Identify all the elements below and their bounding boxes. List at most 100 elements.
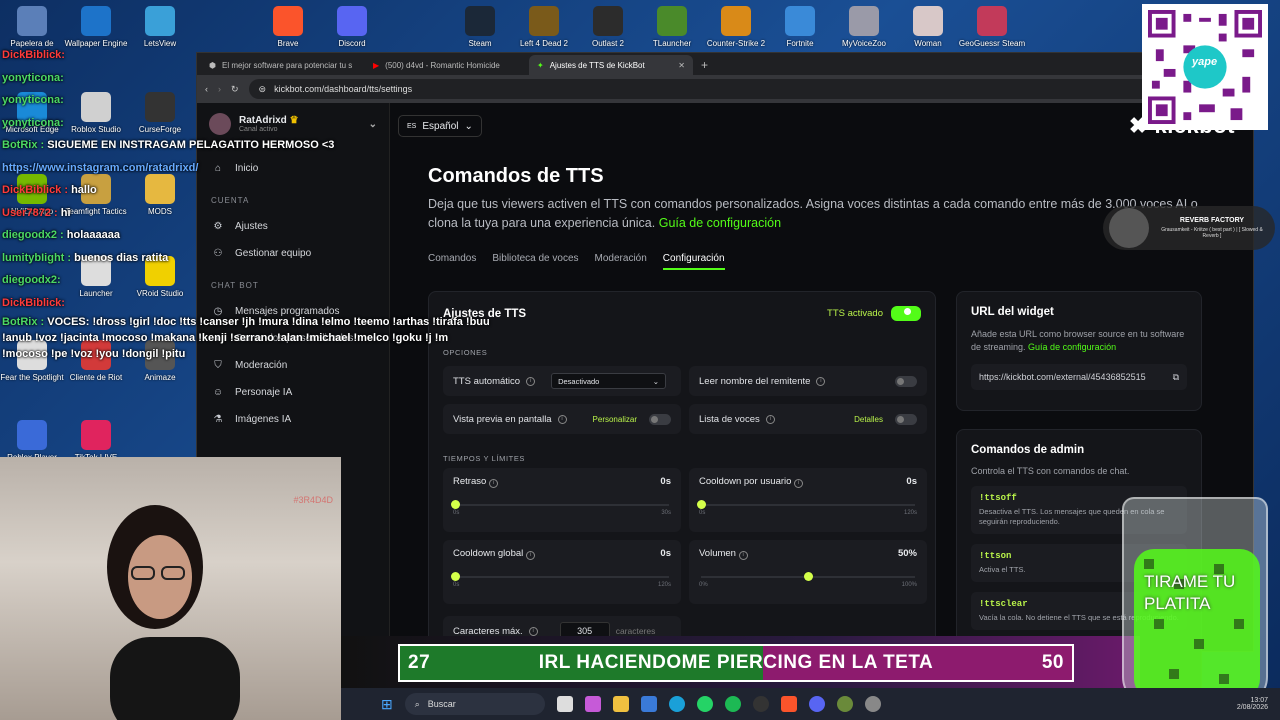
chat-username: yonyticona: xyxy=(2,94,64,106)
voice-list-label: Lista de voces xyxy=(699,413,760,425)
desktop-icon-27[interactable]: TikTok LIVE xyxy=(61,420,131,462)
read-sender-toggle[interactable] xyxy=(895,375,917,387)
chat-message: BotRix : SIGUEME EN INSTRAGAM PELAGATITO… xyxy=(2,134,382,157)
steam-icon xyxy=(465,6,495,36)
store-icon[interactable] xyxy=(640,696,657,712)
windows-start-icon[interactable]: ⊞ xyxy=(381,696,393,713)
tab-configuracion[interactable]: Configuración xyxy=(662,253,725,270)
guide-link[interactable]: Guía de configuración xyxy=(659,216,781,230)
slider-knob[interactable] xyxy=(451,499,460,509)
geoguessr-icon xyxy=(977,6,1007,36)
taskbar-search[interactable]: ⌕ Buscar xyxy=(404,693,545,715)
tab-biblioteca[interactable]: Biblioteca de voces xyxy=(492,253,578,270)
taskview-icon[interactable] xyxy=(556,696,573,712)
tts-enabled-label: TTS activado xyxy=(827,308,883,319)
desktop-icon-5[interactable]: Discord xyxy=(317,6,387,48)
desktop-icon-9[interactable]: TLauncher xyxy=(637,6,707,48)
info-icon: i xyxy=(557,414,567,424)
edge-icon[interactable] xyxy=(668,696,685,712)
browser-tab-3[interactable]: ✦ Ajustes de TTS de KickBot ✕ xyxy=(529,55,693,75)
copy-icon[interactable]: ⧉ xyxy=(1173,372,1179,383)
slider-volumen: Volumen i 50% 0% 100% xyxy=(689,540,927,604)
widget-url-field[interactable]: https://kickbot.com/external/45436852515… xyxy=(971,364,1187,390)
new-tab-button[interactable]: + xyxy=(693,58,716,75)
customize-link[interactable]: Personalizar xyxy=(593,415,637,424)
slider-track[interactable] xyxy=(451,571,669,581)
goal-target: 50 xyxy=(1041,652,1064,673)
desktop-icon-4[interactable]: Brave xyxy=(253,6,323,48)
voice-list-toggle[interactable] xyxy=(895,413,917,425)
settings-tabs: Comandos Biblioteca de voces Moderación … xyxy=(428,253,725,270)
chat-username: DickBiblick: xyxy=(2,296,65,309)
chat-username: BotRix : xyxy=(2,139,48,151)
slider-track[interactable] xyxy=(697,499,915,509)
brave-icon[interactable] xyxy=(780,696,797,712)
desktop-icon-12[interactable]: MyVoiceZoo xyxy=(829,6,899,48)
slider-knob[interactable] xyxy=(697,499,706,509)
slider-max: 100% xyxy=(901,581,917,588)
discord-icon[interactable] xyxy=(808,696,825,712)
desktop-icon-3[interactable]: LetsView xyxy=(125,6,195,48)
whatsapp-icon[interactable] xyxy=(696,696,713,712)
preview-label: Vista previa en pantalla xyxy=(453,413,552,425)
desktop-icon-2[interactable]: Wallpaper Engine xyxy=(61,6,131,48)
chat-link[interactable]: https://www.instagram.com/ratadrixd/ xyxy=(2,162,198,174)
file-explorer-icon[interactable] xyxy=(612,696,629,712)
card-title: URL del widget xyxy=(971,306,1054,318)
app-icon[interactable] xyxy=(836,696,853,712)
slider-knob[interactable] xyxy=(804,571,813,581)
desktop-icon-14[interactable]: GeoGuessr Steam xyxy=(957,6,1027,48)
wallpaper-engine-icon xyxy=(81,6,111,36)
desktop-icon-label: Fear the Spotlight xyxy=(0,373,64,382)
chat-message: DickBiblick : hallo xyxy=(2,179,382,202)
search-icon: ⌕ xyxy=(414,698,420,709)
info-icon: i xyxy=(525,550,535,560)
details-link[interactable]: Detalles xyxy=(854,415,883,424)
sidebar-item-label: Personaje IA xyxy=(235,387,293,398)
desktop-icon-10[interactable]: Counter-Strike 2 xyxy=(701,6,771,48)
desktop-icon-8[interactable]: Outlast 2 xyxy=(573,6,643,48)
sidebar-item-imagenes[interactable]: ⚗ Imágenes IA xyxy=(197,406,389,433)
chat-text: hallo xyxy=(71,184,97,196)
widget-url-text: https://kickbot.com/external/45436852515 xyxy=(979,372,1146,382)
url-field[interactable]: ⊜ kickbot.com/dashboard/tts/settings xyxy=(248,79,1208,99)
desktop-icon-6[interactable]: Steam xyxy=(445,6,515,48)
language-select[interactable]: ES Español ⌄ xyxy=(398,115,482,137)
tab-moderacion[interactable]: Moderación xyxy=(595,253,647,270)
slider-min: 0s xyxy=(453,581,460,588)
now-playing-title: REVERB FACTORY xyxy=(1179,217,1245,224)
clock-time: 13:07 xyxy=(1250,697,1268,704)
widget-guide-link[interactable]: Guía de configuración xyxy=(1028,342,1116,352)
desktop-icon-26[interactable]: Roblox Player xyxy=(0,420,67,462)
slider-knob[interactable] xyxy=(451,571,460,581)
desktop-icon-1[interactable]: Papelera de xyxy=(0,6,67,48)
close-tab-icon[interactable]: ✕ xyxy=(678,61,685,70)
desktop-icon-11[interactable]: Fortnite xyxy=(765,6,835,48)
tlauncher-icon xyxy=(657,6,687,36)
app-icon-2[interactable] xyxy=(864,696,881,712)
desktop-icon-7[interactable]: Left 4 Dead 2 xyxy=(509,6,579,48)
chat-message: yonyticona: xyxy=(2,89,382,112)
preview-toggle[interactable] xyxy=(649,413,671,425)
chat-message: DickBiblick: xyxy=(2,44,382,67)
tts-enabled-toggle[interactable] xyxy=(891,306,921,321)
goal-current: 27 xyxy=(408,652,431,673)
preview-row: Vista previa en pantalla i Personalizar xyxy=(443,404,681,434)
copilot-icon[interactable] xyxy=(584,696,601,712)
info-icon: i xyxy=(738,550,748,560)
chat-username: DickBiblick : xyxy=(2,184,72,196)
chat-message: yonyticona: xyxy=(2,67,382,90)
tts-enabled-toggle-row: TTS activado xyxy=(827,306,921,321)
auto-tts-label: TTS automático xyxy=(453,375,521,387)
slider-track[interactable] xyxy=(701,571,915,581)
desktop-icon-13[interactable]: Woman xyxy=(893,6,963,48)
slider-track[interactable] xyxy=(451,499,669,509)
obs-icon[interactable] xyxy=(752,696,769,712)
spotify-icon[interactable] xyxy=(724,696,741,712)
auto-tts-select[interactable]: Desactivado ⌄ xyxy=(551,373,667,389)
tab-comandos[interactable]: Comandos xyxy=(428,253,476,270)
sidebar-item-personaje[interactable]: ☺ Personaje IA xyxy=(197,379,389,406)
clock[interactable]: 13:07 2/08/2026 xyxy=(1237,697,1268,711)
browser-tab-2[interactable]: ▶ (500) d4vd - Romantic Homicide xyxy=(365,55,529,75)
now-playing-subtitle: Grausamkeit - Kriitze ( best part ) | [ … xyxy=(1161,227,1263,239)
